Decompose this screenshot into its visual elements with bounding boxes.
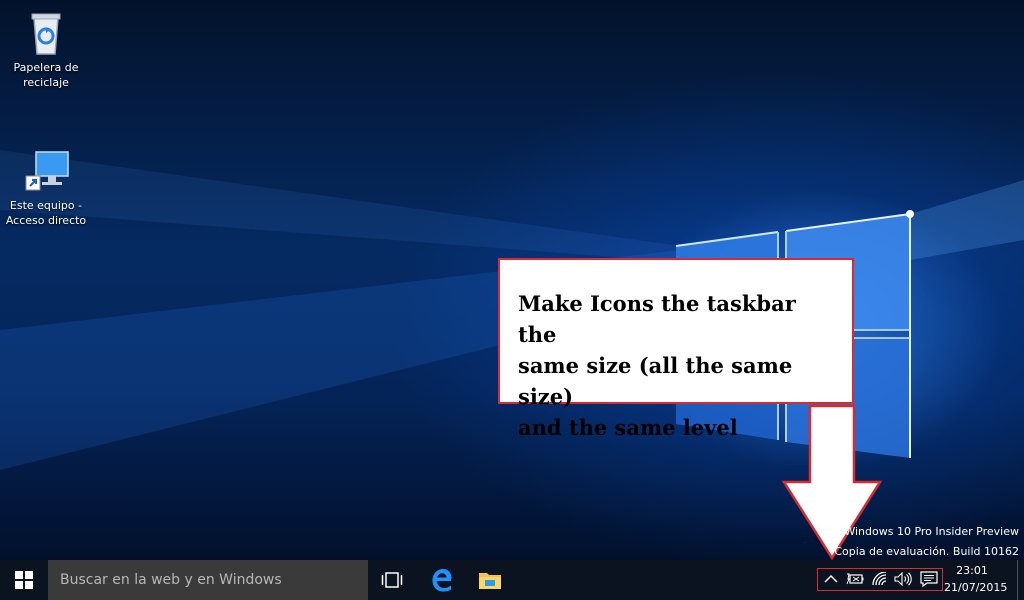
file-explorer-button[interactable] — [466, 560, 514, 600]
windows-logo-icon — [15, 571, 33, 589]
build-watermark: Windows 10 Pro Insider Preview Copia de … — [834, 522, 1019, 560]
search-input[interactable]: Buscar en la web y en Windows — [48, 560, 368, 600]
annotation-callout: Make Icons the taskbar the same size (al… — [498, 258, 854, 440]
watermark-line: Windows 10 Pro Insider Preview — [844, 525, 1019, 538]
task-view-button[interactable] — [368, 560, 416, 600]
edge-button[interactable] — [418, 560, 466, 600]
desktop: Papelera de reciclaje Este equipo - Acce… — [0, 0, 1024, 560]
computer-icon — [25, 151, 69, 191]
edge-icon — [432, 569, 452, 592]
callout-line: Make Icons the taskbar the — [518, 291, 796, 347]
file-explorer-icon — [479, 573, 501, 589]
annotation-tray-highlight — [817, 568, 943, 591]
show-desktop-button[interactable] — [1017, 560, 1024, 600]
watermark-line: Copia de evaluación. Build 10162 — [834, 545, 1019, 558]
clock-date: 21/07/2015 — [944, 581, 1008, 594]
desktop-icon-label: Este equipo - — [9, 199, 83, 212]
desktop-icon-label: Acceso directo — [5, 214, 87, 227]
desktop-icon-this-pc[interactable]: Este equipo - Acceso directo — [0, 150, 92, 228]
task-view-icon — [381, 572, 403, 588]
desktop-icon-recycle-bin[interactable]: Papelera de reciclaje — [0, 8, 92, 90]
desktop-icon-label: reciclaje — [23, 76, 69, 89]
start-button[interactable] — [0, 560, 48, 600]
desktop-icon-label: Papelera de — [13, 61, 79, 74]
recycle-bin-icon — [31, 13, 61, 55]
callout-line: same size (all the same size) — [518, 353, 793, 409]
taskbar-clock[interactable]: 23:01 21/07/2015 — [944, 562, 1008, 596]
clock-time: 23:01 — [956, 564, 988, 577]
